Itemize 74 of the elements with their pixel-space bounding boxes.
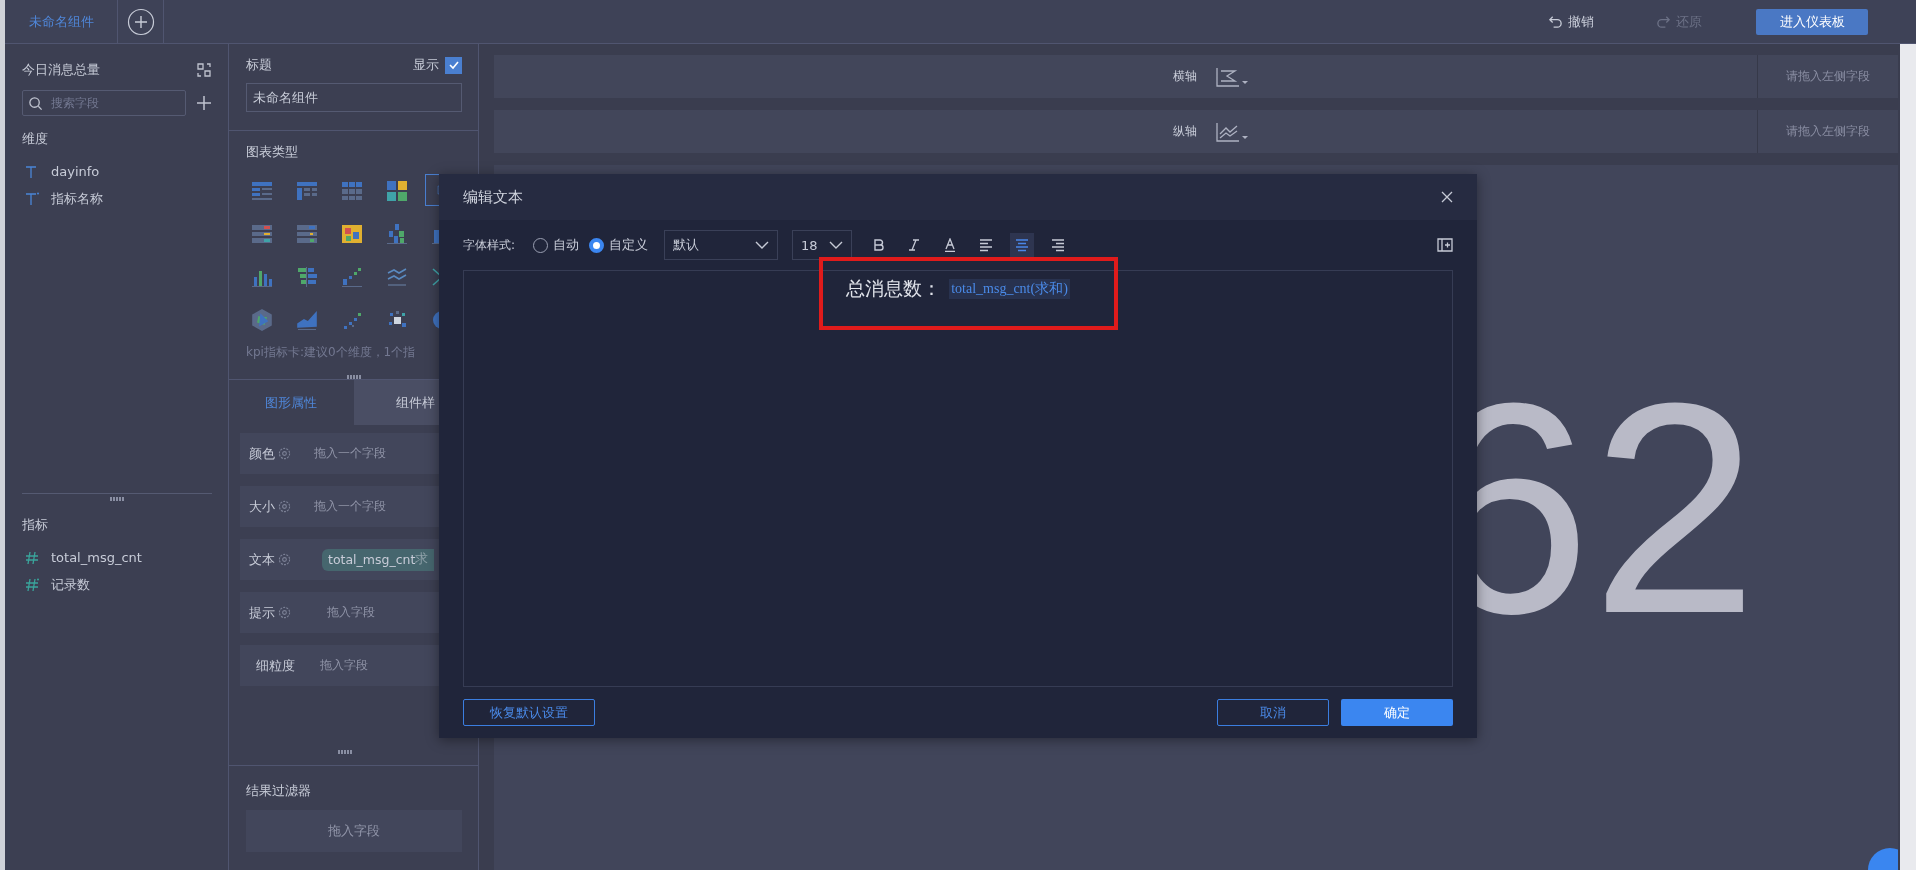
field-tag[interactable]: total_msg_cnt(求和) — [949, 279, 1070, 299]
add-icon[interactable] — [196, 95, 212, 111]
search-field[interactable]: 搜索字段 — [22, 90, 186, 116]
drop-hint: 拖入字段 — [320, 657, 368, 674]
title-input[interactable]: 未命名组件 — [246, 83, 462, 112]
redo-icon — [1656, 14, 1671, 29]
radio-option[interactable]: 自动 — [533, 236, 580, 254]
drop-hint: 请拖入左侧字段 — [1757, 55, 1898, 98]
font-style-label: 字体样式: — [463, 236, 516, 254]
resize-handle[interactable] — [346, 375, 361, 379]
axis-label: 纵轴 — [1172, 123, 1197, 140]
settings-icon[interactable] — [278, 606, 291, 619]
settings-icon[interactable] — [278, 553, 291, 566]
text-editor[interactable]: 总消息数： total_msg_cnt(求和) — [463, 270, 1453, 687]
undo-icon — [1548, 14, 1563, 29]
close-icon[interactable] — [1441, 191, 1453, 203]
number-type-icon — [25, 550, 39, 565]
resize-handle[interactable] — [110, 497, 124, 501]
property-label: 颜色 — [249, 444, 275, 463]
text-type-icon — [25, 191, 39, 206]
radio-button[interactable] — [589, 237, 605, 253]
property-label: 细粒度 — [255, 656, 296, 675]
show-label: 显示 — [413, 56, 439, 74]
cancel-button[interactable]: 取消 — [1217, 699, 1329, 726]
align-center-icon[interactable] — [1010, 233, 1035, 257]
section-heading: 维度 — [22, 130, 49, 148]
radio-label: 自动 — [553, 236, 580, 254]
editor-text: 总消息数： — [846, 276, 942, 301]
search-icon — [28, 96, 43, 111]
drop-hint: 拖入一个字段 — [314, 498, 386, 515]
chevron-down-icon — [755, 241, 770, 249]
drop-hint: 拖入字段 — [327, 604, 375, 621]
drop-hint: 请拖入左侧字段 — [1757, 110, 1898, 153]
line-chart-icon[interactable] — [1214, 120, 1249, 143]
scrollbar[interactable] — [1900, 44, 1916, 870]
property-label: 提示 — [249, 603, 275, 622]
add-icon[interactable] — [126, 7, 155, 36]
radio-option[interactable]: 自定义 — [589, 236, 649, 254]
filter-drop-zone[interactable]: 拖入字段 — [246, 810, 462, 852]
reset-button[interactable]: 恢复默认设置 — [463, 699, 595, 726]
field-chip[interactable]: total_msg_cnt求 — [322, 548, 435, 571]
settings-icon[interactable] — [278, 447, 291, 460]
text-type-icon — [25, 164, 39, 179]
font-select[interactable]: 默认 — [664, 230, 779, 260]
radio-label: 自定义 — [609, 236, 649, 254]
size-select[interactable]: 18 — [792, 230, 853, 260]
switch-icon[interactable] — [196, 62, 212, 78]
field-item[interactable]: total_msg_cnt — [22, 544, 212, 571]
check-icon — [447, 59, 460, 71]
dataset-title: 今日消息总量 — [22, 61, 100, 79]
title-label: 标题 — [246, 56, 272, 74]
filter-heading: 结果过滤器 — [246, 783, 311, 798]
resize-handle[interactable] — [338, 750, 352, 754]
field-item[interactable]: dayinfo — [22, 158, 212, 185]
undo-button[interactable]: 撤销 — [1540, 8, 1602, 35]
property-label: 大小 — [249, 497, 275, 516]
chart-type-heading: 图表类型 — [246, 144, 298, 159]
drop-hint: 拖入一个字段 — [314, 445, 386, 462]
enter-dashboard-button[interactable]: 进入仪表板 — [1756, 8, 1868, 35]
insert-field-icon[interactable] — [1437, 238, 1453, 252]
section-heading: 指标 — [22, 516, 49, 534]
dialog-title: 编辑文本 — [463, 187, 523, 207]
show-checkbox[interactable] — [445, 56, 462, 74]
field-item[interactable]: 记录数 — [22, 571, 212, 598]
axis-label: 横轴 — [1172, 68, 1197, 85]
confirm-button[interactable]: 确定 — [1341, 699, 1453, 726]
axis-shelf[interactable]: 横轴 请拖入左侧字段 — [494, 55, 1898, 98]
settings-icon[interactable] — [278, 500, 291, 513]
property-label: 文本 — [249, 550, 275, 569]
axis-shelf[interactable]: 纵轴 请拖入左侧字段 — [494, 110, 1898, 153]
field-item[interactable]: 指标名称 — [22, 185, 212, 212]
chart-hint: kpi指标卡:建议0个维度，1个指 — [246, 344, 417, 361]
chevron-down-icon — [829, 241, 844, 249]
number-type-icon — [25, 577, 39, 592]
